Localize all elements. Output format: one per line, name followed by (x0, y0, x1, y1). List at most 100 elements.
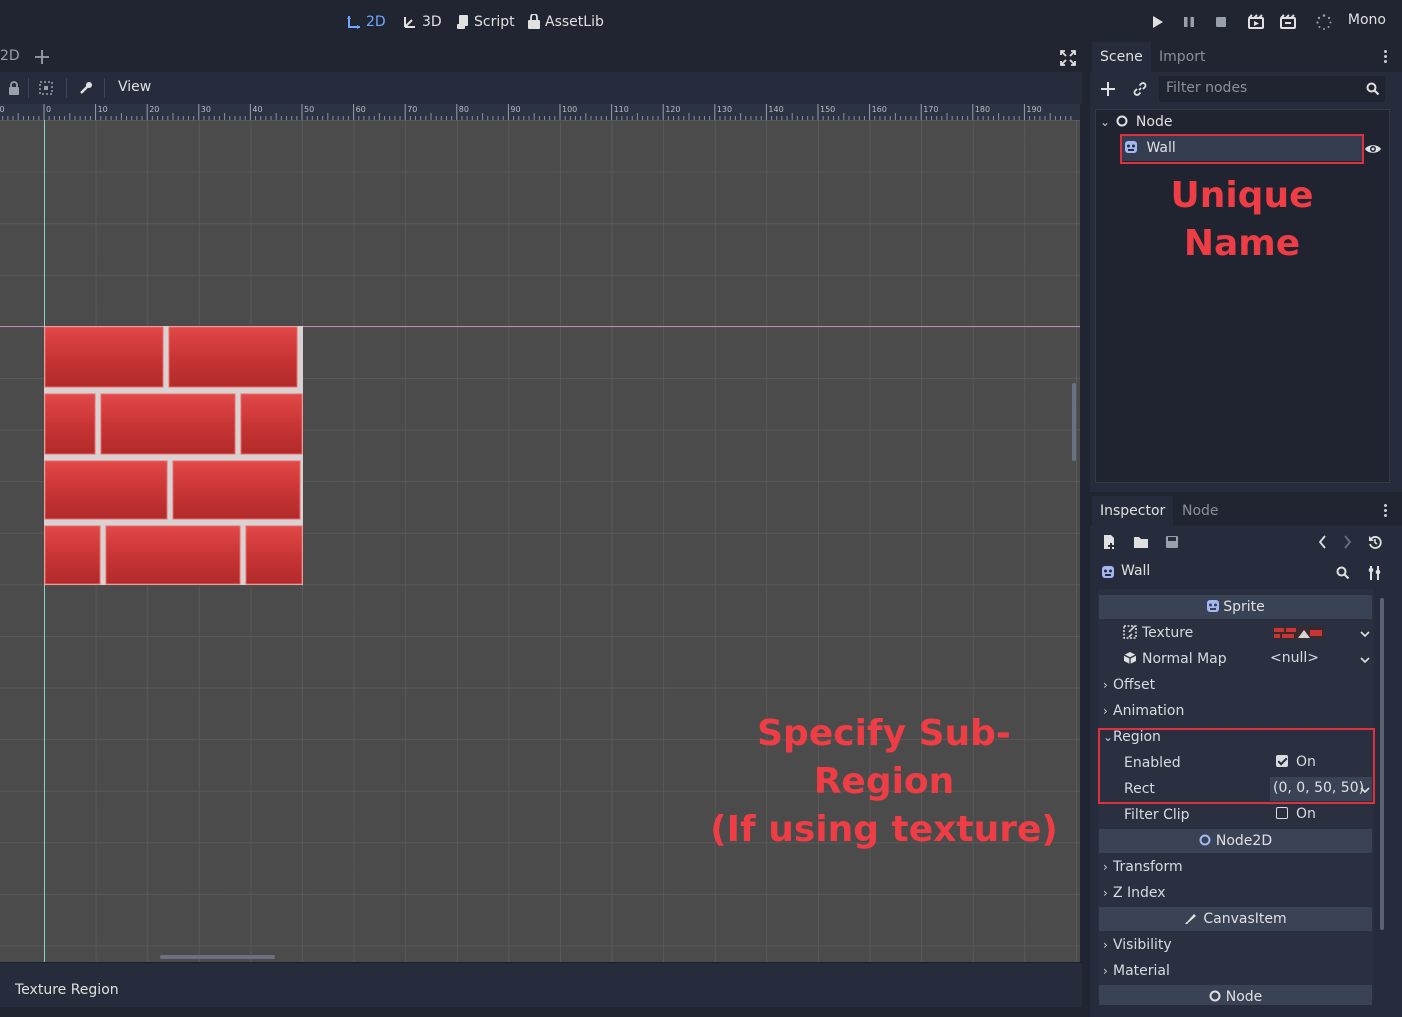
toolbar-divider (28, 78, 29, 98)
node-icon (1116, 115, 1128, 127)
scene-dock-menu-icon[interactable] (1384, 50, 1388, 66)
save-icon[interactable] (1165, 535, 1179, 549)
play-icon[interactable] (1148, 13, 1166, 31)
inspector-dock-tabs: Inspector Node (1090, 496, 1402, 526)
view-menu[interactable]: View (118, 79, 151, 95)
node-icon (1209, 990, 1221, 1002)
cube-icon (1123, 652, 1137, 664)
material-label: Material (1113, 963, 1170, 979)
vertical-scrollbar[interactable] (1072, 383, 1076, 461)
z-index-label: Z Index (1113, 885, 1166, 901)
animation-label: Animation (1113, 703, 1185, 719)
mode-2d-label: 2D (366, 14, 386, 30)
add-tab-icon[interactable] (34, 49, 50, 65)
texture-region-tab[interactable]: Texture Region (15, 982, 119, 998)
play-custom-scene-icon[interactable] (1279, 13, 1297, 31)
new-resource-icon[interactable] (1101, 534, 1117, 550)
section-node[interactable]: Node (1099, 985, 1372, 1005)
ruler-label: 50 (304, 105, 314, 114)
texture-preview-thumbnail[interactable] (1274, 627, 1324, 639)
property-texture[interactable]: Texture (1099, 620, 1372, 646)
scene-tab-partial[interactable]: 2D (0, 48, 20, 64)
3d-icon (404, 17, 415, 28)
inspector-dock-menu-icon[interactable] (1384, 504, 1388, 520)
horizontal-ruler: 1001020304050607080901001101201301401501… (0, 104, 1080, 120)
ruler-label: 160 (872, 105, 887, 114)
section-node2d[interactable]: Node2D (1099, 829, 1372, 853)
offset-label: Offset (1113, 677, 1156, 693)
group-icon[interactable] (38, 80, 54, 96)
canvas-viewport[interactable]: Specify Sub-Region (If using texture) (0, 120, 1080, 962)
ruler-label: 120 (665, 105, 680, 114)
chevron-down-icon[interactable] (1360, 629, 1370, 639)
visibility-eye-icon[interactable] (1364, 142, 1382, 156)
brush-icon (1185, 914, 1197, 924)
property-group-z-index[interactable]: › Z Index (1099, 880, 1372, 906)
node2d-icon (1199, 834, 1211, 846)
ruler-label: 90 (510, 105, 520, 114)
filter-clip-checkbox[interactable]: On (1276, 806, 1316, 822)
section-canvasitem[interactable]: CanvasItem (1099, 907, 1372, 931)
mode-script-button[interactable]: Script (456, 12, 515, 32)
distraction-free-icon[interactable] (1060, 50, 1076, 66)
add-node-icon[interactable] (1100, 81, 1116, 97)
chevron-right-icon: › (1103, 964, 1108, 978)
dock-splitter[interactable] (1082, 42, 1090, 1017)
play-scene-icon[interactable] (1247, 13, 1265, 31)
inspector-scrollbar[interactable] (1380, 598, 1384, 930)
property-group-material[interactable]: › Material (1099, 958, 1372, 984)
open-folder-icon[interactable] (1133, 535, 1149, 549)
mode-assetlib-button[interactable]: AssetLib (527, 12, 604, 32)
filter-clip-value: On (1296, 806, 1316, 822)
section-sprite[interactable]: Sprite (1099, 595, 1372, 619)
property-group-transform[interactable]: › Transform (1099, 854, 1372, 880)
tools-icon[interactable] (1368, 565, 1382, 581)
link-icon[interactable] (1132, 81, 1148, 97)
history-back-icon[interactable] (1318, 535, 1328, 549)
ruler-label: 60 (356, 105, 366, 114)
normal-map-value[interactable]: <null> (1270, 650, 1319, 666)
mode-2d-button[interactable]: 2D (346, 12, 386, 32)
unique-name-highlight (1120, 134, 1364, 164)
tab-import[interactable]: Import (1151, 42, 1213, 72)
chevron-down-icon[interactable] (1360, 655, 1370, 665)
mode-3d-button[interactable]: 3D (402, 12, 442, 32)
ruler-label: 40 (252, 105, 262, 114)
section-node2d-label: Node2D (1215, 833, 1273, 849)
property-normal-map[interactable]: Normal Map (1099, 646, 1372, 672)
chevron-down-icon: ⌄ (1100, 115, 1111, 129)
filter-nodes-field[interactable]: Filter nodes (1159, 76, 1385, 102)
2d-icon (347, 16, 360, 29)
sprite-icon (1207, 600, 1220, 612)
pause-icon[interactable] (1180, 13, 1198, 31)
ruler-label: 80 (459, 105, 469, 114)
chevron-right-icon: › (1103, 860, 1108, 874)
tab-inspector[interactable]: Inspector (1092, 496, 1174, 526)
mode-assetlib-label: AssetLib (545, 14, 604, 30)
lock-icon[interactable] (6, 80, 22, 96)
scene-dock: Scene Import Filter nodes ⌄ Node Wall Un… (1090, 42, 1402, 492)
tab-scene[interactable]: Scene (1092, 42, 1151, 72)
mode-3d-label: 3D (422, 14, 442, 30)
history-forward-icon[interactable] (1342, 535, 1352, 549)
checkbox-unchecked-icon (1276, 807, 1288, 819)
scene-tree (1095, 109, 1390, 483)
tree-item-node[interactable]: ⌄ Node (1100, 110, 1172, 134)
ruler-label: 110 (614, 105, 629, 114)
toolbar-divider (104, 78, 105, 98)
horizontal-scrollbar[interactable] (160, 955, 275, 959)
tab-node[interactable]: Node (1174, 496, 1227, 526)
ruler-label: 140 (768, 105, 783, 114)
tree-item-node-label: Node (1135, 114, 1173, 130)
property-group-offset[interactable]: › Offset (1099, 672, 1372, 698)
script-icon (457, 15, 468, 29)
stop-icon[interactable] (1212, 13, 1230, 31)
wall-sprite[interactable] (44, 326, 303, 585)
filter-nodes-placeholder: Filter nodes (1166, 80, 1248, 96)
property-group-visibility[interactable]: › Visibility (1099, 932, 1372, 958)
search-icon[interactable] (1336, 566, 1350, 580)
ruler-label: 100 (562, 105, 577, 114)
skeleton-icon[interactable] (78, 80, 94, 96)
object-history-icon[interactable] (1368, 535, 1382, 549)
property-group-animation[interactable]: › Animation (1099, 698, 1372, 724)
